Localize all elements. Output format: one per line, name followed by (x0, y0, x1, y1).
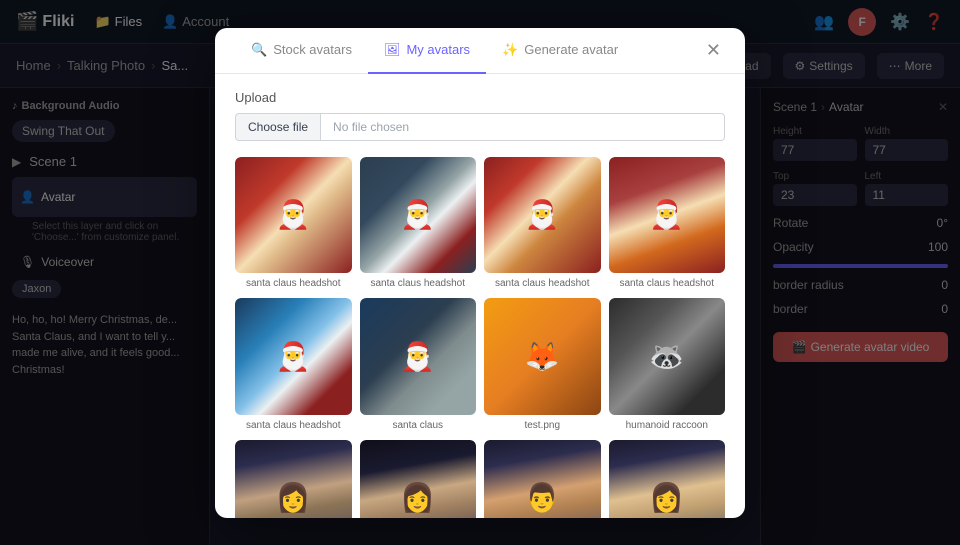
avatar-image-test: 🦊 (484, 298, 601, 415)
modal-body: Upload Choose file No file chosen 🎅 (215, 74, 745, 518)
grid-item-raccoon[interactable]: 🦝 humanoid raccoon (609, 298, 726, 432)
avatar-image-santa-6: 🎅 (360, 298, 477, 415)
file-name-display: No file chosen (320, 113, 725, 141)
grid-item-portrait-f1[interactable]: 👩 (235, 440, 352, 518)
tab-stock-label: Stock avatars (273, 42, 352, 57)
modal-close-button[interactable]: ✕ (702, 36, 725, 65)
upload-label: Upload (235, 90, 725, 105)
grid-item-santa-1[interactable]: 🎅 santa claus headshot (235, 157, 352, 291)
grid-item-portrait-m[interactable]: 👨 (484, 440, 601, 518)
avatar-image-santa-4: 🎅 (609, 157, 726, 274)
grid-item-portrait-f3[interactable]: 👩 (609, 440, 726, 518)
avatar-image-portrait-f2: 👩 (360, 440, 477, 518)
tab-my-label: My avatars (406, 42, 470, 57)
tab-generate-avatar[interactable]: ✨ Generate avatar (486, 28, 634, 74)
avatar-image-portrait-f1: 👩 (235, 440, 352, 518)
modal-overlay[interactable]: 🔍 Stock avatars 🖼 My avatars ✨ Generate … (0, 0, 960, 545)
avatar-label-santa-6: santa claus (360, 419, 477, 432)
file-choose-button[interactable]: Choose file (235, 113, 320, 141)
grid-item-santa-3[interactable]: 🎅 santa claus headshot (484, 157, 601, 291)
app-background: 🎬 Fliki 📁 Files 👤 Account 👥 F ⚙️ ❓ Home … (0, 0, 960, 545)
avatar-image-portrait-m: 👨 (484, 440, 601, 518)
avatar-label-santa-4: santa claus headshot (609, 277, 726, 290)
avatar-label-santa-1: santa claus headshot (235, 277, 352, 290)
avatar-modal: 🔍 Stock avatars 🖼 My avatars ✨ Generate … (215, 28, 745, 518)
grid-item-santa-5[interactable]: 🎅 santa claus headshot (235, 298, 352, 432)
avatar-label-santa-2: santa claus headshot (360, 277, 477, 290)
grid-item-santa-4[interactable]: 🎅 santa claus headshot (609, 157, 726, 291)
avatar-label-santa-3: santa claus headshot (484, 277, 601, 290)
tab-generate-label: Generate avatar (524, 42, 618, 57)
tab-my-avatars[interactable]: 🖼 My avatars (368, 28, 486, 74)
modal-header: 🔍 Stock avatars 🖼 My avatars ✨ Generate … (215, 28, 745, 74)
grid-item-portrait-f2[interactable]: 👩 (360, 440, 477, 518)
grid-item-santa-2[interactable]: 🎅 santa claus headshot (360, 157, 477, 291)
avatar-image-portrait-f3: 👩 (609, 440, 726, 518)
avatar-image-santa-5: 🎅 (235, 298, 352, 415)
file-input-row: Choose file No file chosen (235, 113, 725, 141)
avatar-label-raccoon: humanoid raccoon (609, 419, 726, 432)
search-icon: 🔍 (251, 42, 267, 58)
grid-item-test[interactable]: 🦊 test.png (484, 298, 601, 432)
avatar-image-santa-1: 🎅 (235, 157, 352, 274)
file-choose-label: Choose file (248, 120, 308, 134)
image-grid: 🎅 santa claus headshot 🎅 santa claus hea… (235, 157, 725, 518)
avatar-label-santa-5: santa claus headshot (235, 419, 352, 432)
avatar-label-test: test.png (484, 419, 601, 432)
avatar-image-raccoon: 🦝 (609, 298, 726, 415)
sparkle-icon: ✨ (502, 42, 518, 58)
image-icon: 🖼 (384, 42, 401, 58)
grid-item-santa-6[interactable]: 🎅 santa claus (360, 298, 477, 432)
avatar-image-santa-2: 🎅 (360, 157, 477, 274)
tab-stock-avatars[interactable]: 🔍 Stock avatars (235, 28, 368, 74)
avatar-image-santa-3: 🎅 (484, 157, 601, 274)
upload-section: Upload Choose file No file chosen (235, 90, 725, 141)
